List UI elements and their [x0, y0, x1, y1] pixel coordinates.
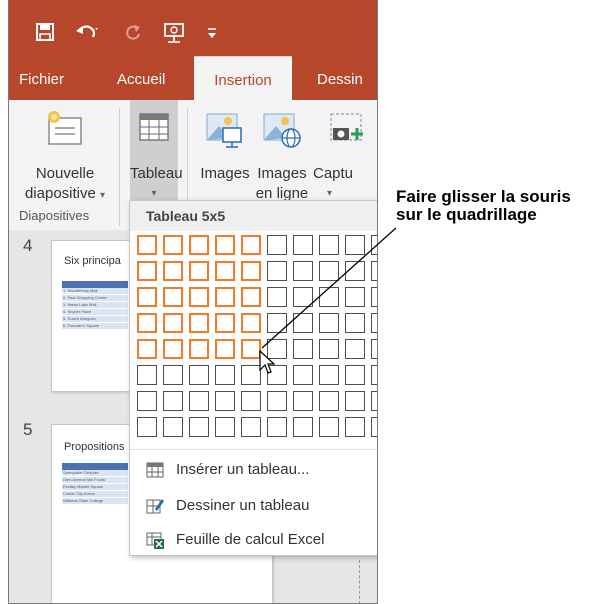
- callout-line-2: sur le quadrillage: [396, 205, 537, 224]
- callout-leader-line: [261, 227, 397, 349]
- callout-text: Faire glisser la souris sur le quadrilla…: [396, 188, 571, 224]
- callout-line-1: Faire glisser la souris: [396, 187, 571, 206]
